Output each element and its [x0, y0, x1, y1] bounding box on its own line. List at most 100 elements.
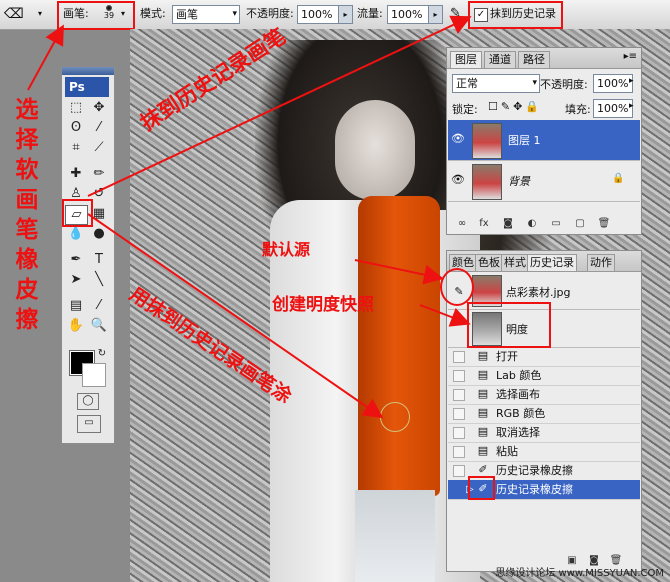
chevron-down-icon[interactable]: ▾ — [38, 4, 42, 24]
snapshot-name: 点彩素材.jpg — [506, 286, 571, 299]
ps-logo[interactable]: Ps — [65, 77, 109, 97]
quick-mask-icon[interactable]: ◯ — [77, 393, 99, 410]
new-layer-icon[interactable]: ▢ — [573, 217, 587, 231]
opacity-flyout-icon[interactable]: ▸ — [629, 76, 634, 86]
layers-panel: 图层 通道 路径 ▸≡ 正常 ▾ 不透明度: 100% ▸ 锁定: ☐✎✥🔒 填… — [446, 47, 642, 235]
path-selection-icon[interactable]: ➤ — [66, 271, 86, 289]
history-source-checkbox[interactable] — [453, 389, 465, 401]
eye-icon[interactable]: 👁 — [451, 173, 465, 187]
annotation-create-snapshot: 创建明度快照 — [272, 295, 374, 315]
background-color-swatch[interactable] — [82, 363, 106, 387]
history-state-label: 历史记录橡皮擦 — [496, 464, 573, 477]
pen-tool-icon[interactable]: ✒ — [66, 251, 86, 269]
brush-highlight-box — [57, 1, 135, 30]
history-source-checkbox[interactable] — [453, 408, 465, 420]
opacity-label: 不透明度: — [246, 7, 294, 20]
blend-mode-select[interactable]: 正常 ▾ — [452, 74, 540, 93]
history-state[interactable]: ▤ Lab 颜色 — [448, 366, 640, 386]
lasso-tool-icon[interactable]: ʘ — [66, 119, 86, 137]
tab-layers[interactable]: 图层 — [450, 51, 482, 68]
blend-mode-value: 正常 — [456, 77, 478, 90]
history-state[interactable]: ▤ RGB 颜色 — [448, 404, 640, 424]
document-icon: ▤ — [477, 387, 489, 400]
watermark: 思缘设计论坛 www.MISSYUAN.COM — [495, 568, 664, 579]
history-state-label: 历史记录橡皮擦 — [496, 483, 573, 496]
document-icon: ▤ — [477, 444, 489, 457]
lock-icons[interactable]: ☐✎✥🔒 — [488, 100, 542, 113]
tools-panel-titlebar[interactable] — [62, 67, 114, 75]
mode-label: 模式: — [140, 7, 166, 20]
mode-select[interactable]: 画笔 ▾ — [172, 5, 240, 24]
history-panel: 颜色 色板 样式 历史记录 动作 ✎ 点彩素材.jpg 明度 ▤ 打开 ▤ Lab … — [446, 250, 642, 572]
move-tool-icon[interactable]: ✥ — [89, 99, 109, 117]
tab-history[interactable]: 历史记录 — [527, 254, 577, 271]
slice-tool-icon[interactable]: ⟋ — [89, 139, 109, 157]
eyedropper-icon[interactable]: ⁄ — [89, 297, 109, 315]
eraser-tool-preset-icon[interactable]: ⌫ — [4, 4, 26, 24]
opacity-slider-button[interactable]: ▸ — [338, 5, 353, 24]
annotation-default-source: 默认源 — [262, 240, 311, 259]
tools-panel: Ps ⬚ ✥ ʘ ⁄ ⌗ ⟋ ✚ ✏ ♙ ↺ ▱ ▦ 💧 ● ✒ T ➤ ╲ ▤… — [61, 66, 115, 444]
marquee-tool-icon[interactable]: ⬚ — [66, 99, 86, 117]
dodge-tool-icon[interactable]: ● — [89, 225, 109, 243]
layer-opacity-label: 不透明度: — [540, 78, 588, 91]
history-panel-tabbar: 颜色 色板 样式 历史记录 动作 — [447, 251, 641, 272]
default-source-highlight-circle — [440, 268, 474, 306]
history-source-checkbox[interactable] — [453, 465, 465, 477]
layer-name: 图层 1 — [508, 134, 541, 147]
eye-icon[interactable]: 👁 — [451, 132, 465, 146]
swap-colors-icon[interactable]: ↻ — [92, 345, 112, 363]
history-source-checkbox[interactable] — [453, 370, 465, 382]
flow-input[interactable]: 100% — [387, 5, 433, 24]
eraser-tool-highlight-box — [62, 199, 93, 227]
tab-styles[interactable]: 样式 — [501, 254, 529, 271]
document-icon: ▤ — [477, 349, 489, 362]
airbrush-icon[interactable]: ✎ — [450, 4, 461, 24]
magic-wand-icon[interactable]: ⁄ — [89, 119, 109, 137]
layer-row-background[interactable]: 👁 背景 🔒 — [448, 161, 640, 202]
crop-tool-icon[interactable]: ⌗ — [66, 139, 86, 157]
adjustment-layer-icon[interactable]: ◐ — [525, 217, 539, 231]
chevron-down-icon: ▾ — [232, 9, 237, 19]
opacity-input[interactable]: 100% — [297, 5, 343, 24]
snapshot-highlight-box — [467, 302, 551, 348]
panel-menu-icon[interactable]: ▸≡ — [624, 51, 637, 62]
layer-opacity-input[interactable]: 100% — [593, 74, 633, 93]
link-layers-icon[interactable]: ∞ — [455, 217, 469, 231]
brush-tool-icon[interactable]: ✏ — [89, 165, 109, 183]
blur-tool-icon[interactable]: 💧 — [66, 225, 86, 243]
screen-mode-icon[interactable]: ▭ — [77, 415, 101, 433]
brush-cursor — [380, 402, 410, 432]
line-tool-icon[interactable]: ╲ — [89, 271, 109, 289]
layer-group-icon[interactable]: ▭ — [549, 217, 563, 231]
tab-channels[interactable]: 通道 — [484, 51, 516, 68]
type-tool-icon[interactable]: T — [89, 251, 109, 269]
notes-tool-icon[interactable]: ▤ — [66, 297, 86, 315]
erase-to-history-highlight-box — [468, 1, 563, 29]
document-icon: ▤ — [477, 425, 489, 438]
history-state-label: 打开 — [496, 350, 518, 363]
fill-input[interactable]: 100% — [593, 99, 633, 118]
photo-jeans — [355, 490, 435, 582]
flow-slider-button[interactable]: ▸ — [428, 5, 443, 24]
history-state[interactable]: ▤ 打开 — [448, 347, 640, 367]
arrow-to-brush — [27, 24, 64, 91]
history-source-checkbox[interactable] — [453, 427, 465, 439]
history-state[interactable]: ▤ 取消选择 — [448, 423, 640, 443]
layer-row-1[interactable]: 👁 图层 1 — [448, 120, 640, 161]
tab-actions[interactable]: 动作 — [587, 254, 615, 271]
history-source-checkbox[interactable] — [453, 446, 465, 458]
layer-mask-icon[interactable]: ◙ — [501, 217, 515, 231]
history-state[interactable]: ▤ 选择画布 — [448, 385, 640, 405]
hand-tool-icon[interactable]: ✋ — [66, 317, 86, 335]
tab-swatches[interactable]: 色板 — [475, 254, 503, 271]
zoom-tool-icon[interactable]: 🔍 — [89, 317, 109, 335]
healing-brush-icon[interactable]: ✚ — [66, 165, 86, 183]
history-state[interactable]: ▤ 粘贴 — [448, 442, 640, 462]
trash-icon[interactable]: 🗑 — [597, 217, 611, 231]
fill-flyout-icon[interactable]: ▸ — [629, 101, 634, 111]
tab-paths[interactable]: 路径 — [518, 51, 550, 68]
history-state-label: 取消选择 — [496, 426, 540, 439]
history-source-checkbox[interactable] — [453, 351, 465, 363]
layer-style-icon[interactable]: fx — [477, 217, 491, 231]
